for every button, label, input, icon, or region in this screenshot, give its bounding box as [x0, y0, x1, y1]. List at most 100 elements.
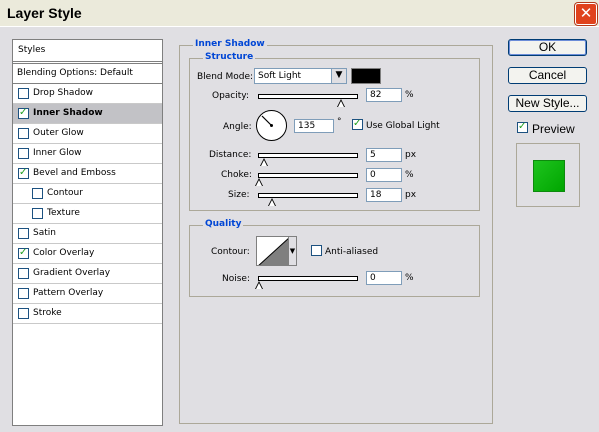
choke-unit: %: [405, 170, 414, 180]
opacity-slider-thumb[interactable]: [337, 99, 345, 107]
check-icon: ✓: [353, 118, 362, 129]
style-item-label: Satin: [33, 228, 56, 238]
quality-title: Quality: [203, 219, 244, 229]
blending-options-item[interactable]: Blending Options: Default: [13, 63, 162, 84]
style-item-outer-glow[interactable]: Outer Glow: [13, 124, 162, 144]
choke-label: Choke:: [221, 170, 252, 180]
distance-slider-thumb[interactable]: [260, 158, 268, 166]
style-item-label: Drop Shadow: [33, 88, 94, 98]
style-item-drop-shadow[interactable]: Drop Shadow: [13, 84, 162, 104]
inner-shadow-title: Inner Shadow: [193, 39, 267, 49]
angle-unit: °: [337, 117, 342, 127]
style-item-satin[interactable]: Satin: [13, 224, 162, 244]
blend-mode-label: Blend Mode:: [197, 72, 254, 82]
opacity-input[interactable]: 82: [366, 88, 402, 102]
preview-checkbox[interactable]: ✓: [517, 121, 528, 133]
check-icon: ✓: [19, 107, 28, 118]
style-item-label: Color Overlay: [33, 248, 95, 258]
angle-label: Angle:: [223, 122, 252, 132]
noise-label: Noise:: [222, 274, 250, 284]
distance-unit: px: [405, 150, 417, 160]
styles-header-label: Styles: [18, 45, 46, 55]
style-item-pattern-overlay[interactable]: Pattern Overlay: [13, 284, 162, 304]
noise-input[interactable]: 0: [366, 271, 402, 285]
style-item-gradient-overlay[interactable]: Gradient Overlay: [13, 264, 162, 284]
preview-swatch: [533, 160, 565, 192]
style-item-label: Inner Glow: [33, 148, 82, 158]
style-checkbox[interactable]: ✓: [18, 247, 29, 259]
check-icon: ✓: [19, 247, 28, 258]
distance-slider[interactable]: [258, 153, 358, 166]
size-slider-thumb[interactable]: [268, 198, 276, 206]
style-checkbox[interactable]: [32, 188, 43, 199]
opacity-unit: %: [405, 90, 414, 100]
preview-label: Preview: [532, 122, 575, 136]
style-item-color-overlay[interactable]: ✓ Color Overlay: [13, 244, 162, 264]
size-label: Size:: [228, 190, 250, 200]
contour-dropdown-button[interactable]: ▼: [289, 236, 297, 266]
style-checkbox[interactable]: ✓: [18, 167, 29, 179]
preview-thumbnail: [516, 143, 580, 207]
noise-slider[interactable]: [255, 276, 358, 289]
style-checkbox[interactable]: [32, 208, 43, 219]
size-unit: px: [405, 190, 417, 200]
style-checkbox[interactable]: [18, 228, 29, 239]
size-input[interactable]: 18: [366, 188, 402, 202]
close-icon: ✕: [579, 4, 593, 22]
style-checkbox[interactable]: [18, 288, 29, 299]
dropdown-arrow-icon: ▼: [331, 69, 346, 83]
distance-input[interactable]: 5: [366, 148, 402, 162]
contour-curve-icon: [258, 238, 288, 265]
style-item-inner-shadow[interactable]: ✓ Inner Shadow: [13, 104, 162, 124]
styles-list: Styles Blending Options: Default Drop Sh…: [12, 39, 163, 426]
check-icon: ✓: [19, 167, 28, 178]
style-item-contour[interactable]: Contour: [13, 184, 162, 204]
style-item-label: Outer Glow: [33, 128, 84, 138]
ok-button[interactable]: OK: [508, 39, 587, 56]
opacity-label: Opacity:: [212, 91, 249, 101]
anti-aliased-checkbox[interactable]: [311, 245, 322, 256]
style-checkbox[interactable]: [18, 148, 29, 159]
noise-slider-thumb[interactable]: [255, 281, 263, 289]
opacity-slider[interactable]: [258, 94, 358, 107]
style-checkbox[interactable]: [18, 268, 29, 279]
contour-picker[interactable]: [256, 236, 289, 266]
blending-options-label: Blending Options: Default: [17, 68, 133, 78]
style-item-bevel-and-emboss[interactable]: ✓ Bevel and Emboss: [13, 164, 162, 184]
quality-group: [189, 225, 480, 297]
style-item-label: Pattern Overlay: [33, 288, 104, 298]
title-bar: Layer Style ✕: [0, 0, 599, 27]
style-item-label: Inner Shadow: [33, 108, 103, 118]
style-checkbox[interactable]: [18, 128, 29, 139]
angle-dial-icon[interactable]: [256, 110, 287, 141]
use-global-light-label: Use Global Light: [366, 121, 440, 131]
shadow-color-swatch[interactable]: [351, 68, 381, 84]
check-icon: ✓: [518, 121, 527, 132]
style-checkbox[interactable]: [18, 88, 29, 99]
use-global-light-checkbox[interactable]: ✓: [352, 118, 363, 130]
style-item-label: Texture: [47, 208, 80, 218]
style-item-stroke[interactable]: Stroke: [13, 304, 162, 324]
angle-dial-needle: [261, 115, 273, 127]
blend-mode-value: Soft Light: [258, 71, 302, 81]
styles-header[interactable]: Styles: [13, 40, 162, 62]
choke-slider-thumb[interactable]: [255, 178, 263, 186]
cancel-button[interactable]: Cancel: [508, 67, 587, 84]
new-style-button[interactable]: New Style...: [508, 95, 587, 112]
window-title: Layer Style: [7, 5, 82, 21]
style-item-label: Stroke: [33, 308, 62, 318]
size-slider[interactable]: [258, 193, 358, 206]
angle-input[interactable]: 135: [294, 119, 334, 133]
distance-label: Distance:: [209, 150, 252, 160]
style-item-inner-glow[interactable]: Inner Glow: [13, 144, 162, 164]
style-checkbox[interactable]: [18, 308, 29, 319]
style-item-label: Bevel and Emboss: [33, 168, 116, 178]
style-checkbox[interactable]: ✓: [18, 107, 29, 119]
style-item-label: Gradient Overlay: [33, 268, 111, 278]
close-button[interactable]: ✕: [575, 3, 597, 25]
style-item-label: Contour: [47, 188, 83, 198]
choke-slider[interactable]: [255, 173, 358, 186]
choke-input[interactable]: 0: [366, 168, 402, 182]
blend-mode-select[interactable]: Soft Light ▼: [254, 68, 347, 84]
style-item-texture[interactable]: Texture: [13, 204, 162, 224]
